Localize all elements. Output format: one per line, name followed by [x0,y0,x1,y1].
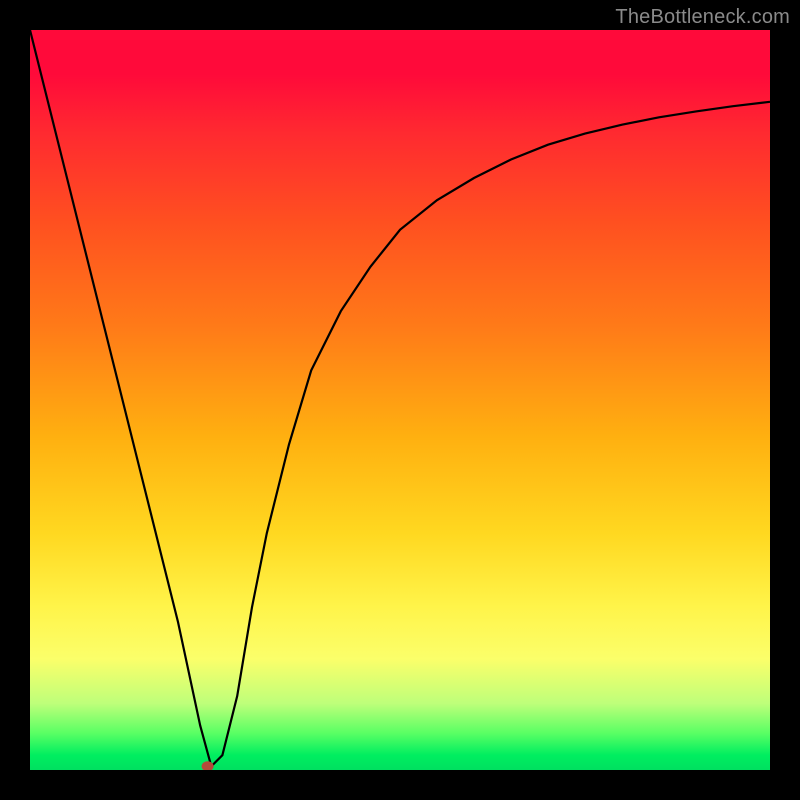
bottleneck-curve [30,30,770,766]
optimal-point-marker [202,761,214,770]
chart-svg [30,30,770,770]
chart-container: TheBottleneck.com [0,0,800,800]
watermark-text: TheBottleneck.com [615,6,790,29]
plot-area [30,30,770,770]
